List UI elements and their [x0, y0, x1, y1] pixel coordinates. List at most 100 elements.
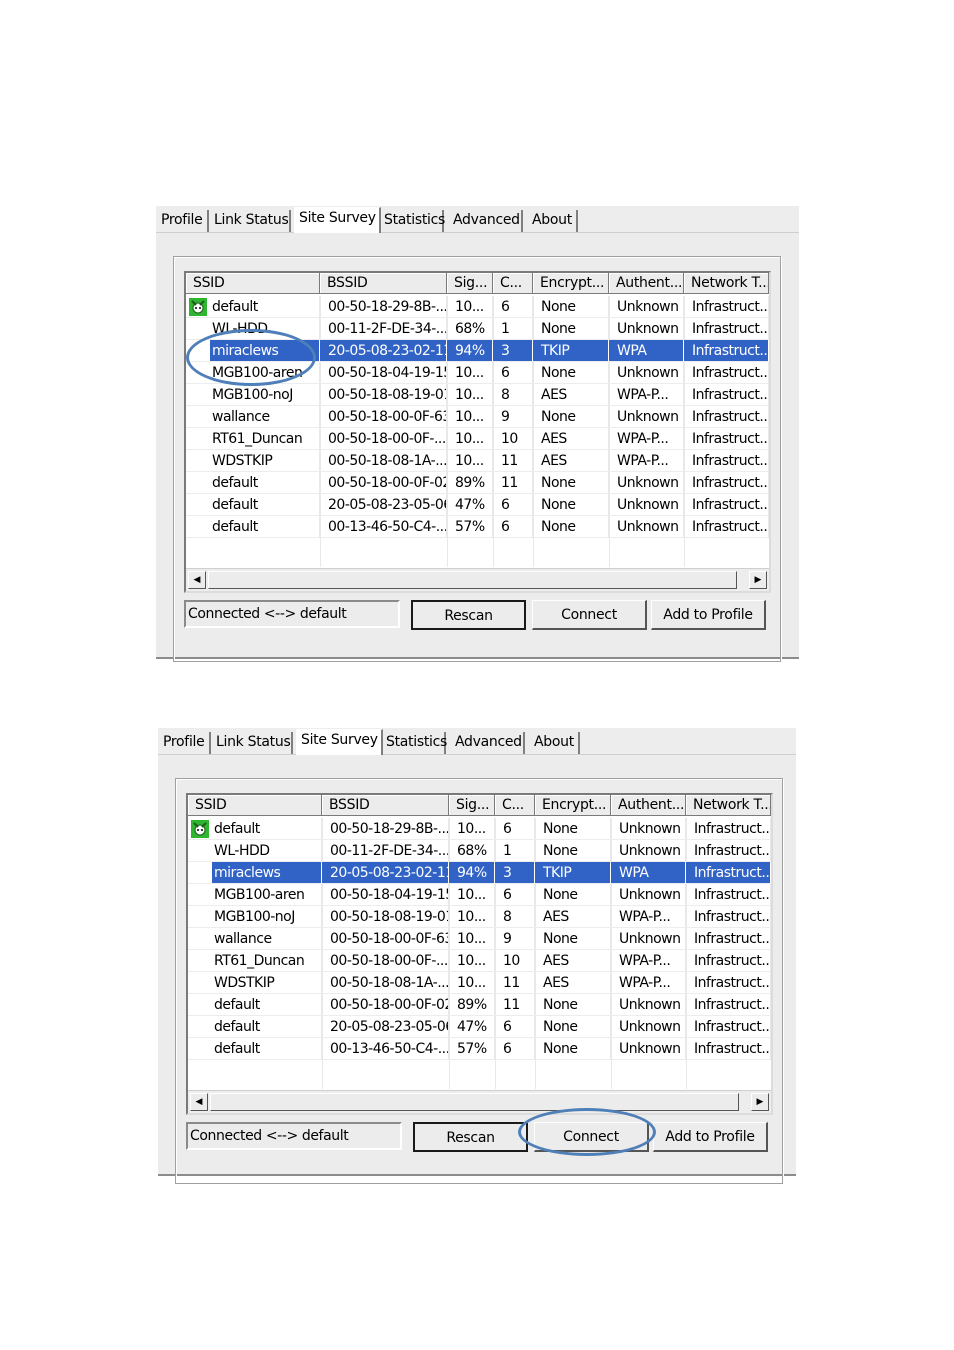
- horizontal-scrollbar[interactable]: ◀ ▶: [186, 568, 769, 591]
- channel-cell: 3: [495, 862, 535, 884]
- column-header-ssid[interactable]: SSID: [186, 273, 320, 294]
- tab-content: SSID BSSID Sig... C... Encrypt... Authen…: [158, 755, 796, 1184]
- table-row[interactable]: miraclews 20-05-08-23-02-11 94% 3 TKIP WPA Inf…: [186, 340, 769, 362]
- signal-cell: 10...: [447, 450, 493, 472]
- table-row[interactable]: default 00-13-46-50-C4-... 57% 6 None Unknown…: [186, 516, 769, 538]
- rescan-button[interactable]: Rescan: [413, 1122, 528, 1152]
- channel-cell: 11: [495, 994, 535, 1016]
- signal-cell: 10...: [449, 906, 495, 928]
- signal-cell: 94%: [447, 340, 493, 362]
- bssid-cell: 20-05-08-23-05-06: [320, 494, 447, 516]
- scroll-right-arrow-icon[interactable]: ▶: [751, 1093, 769, 1111]
- ssid-label: MGB100-aren: [212, 365, 303, 381]
- encryption-cell: AES: [535, 972, 611, 994]
- column-header-bssid[interactable]: BSSID: [320, 273, 447, 294]
- add-to-profile-button[interactable]: Add to Profile: [653, 1122, 768, 1152]
- tab-about[interactable]: About: [534, 732, 580, 754]
- table-row[interactable]: MGB100-aren 00-50-18-04-19-15 10... 6 None Un…: [188, 884, 771, 906]
- tab-profile[interactable]: Profile: [163, 732, 211, 754]
- table-row[interactable]: wallance 00-50-18-00-0F-63 10... 9 None Unkno…: [186, 406, 769, 428]
- bssid-cell: 00-50-18-00-0F-...: [320, 428, 447, 450]
- encryption-cell: None: [535, 928, 611, 950]
- column-header-network-type[interactable]: Network T...: [686, 795, 771, 816]
- site-list[interactable]: SSID BSSID Sig... C... Encrypt... Authen…: [184, 271, 771, 593]
- channel-cell: 6: [495, 1038, 535, 1060]
- signal-cell: 10...: [447, 384, 493, 406]
- tab-about[interactable]: About: [532, 210, 578, 232]
- scroll-right-arrow-icon[interactable]: ▶: [749, 571, 767, 589]
- tab-link-status[interactable]: Link Status: [216, 732, 293, 754]
- add-to-profile-button[interactable]: Add to Profile: [651, 600, 766, 630]
- auth-cell: Unknown: [609, 296, 684, 318]
- table-row[interactable]: default 00-50-18-00-0F-02 89% 11 None Unknown…: [188, 994, 771, 1016]
- column-header-encryption[interactable]: Encrypt...: [533, 273, 609, 294]
- tab-link-status[interactable]: Link Status: [214, 210, 291, 232]
- tab-statistics[interactable]: Statistics: [386, 732, 447, 754]
- rescan-button[interactable]: Rescan: [411, 600, 526, 630]
- ssid-cell: wallance: [186, 406, 320, 428]
- table-row[interactable]: default 00-50-18-00-0F-02 89% 11 None Unknown…: [186, 472, 769, 494]
- table-row[interactable]: WDSTKIP 00-50-18-08-1A-... 10... 11 AES WPA-P…: [188, 972, 771, 994]
- bssid-cell: 00-11-2F-DE-34-...: [322, 840, 449, 862]
- table-row[interactable]: default 00-50-18-29-8B-... 10... 6 None Unkno…: [188, 818, 771, 840]
- auth-cell: WPA-P...: [609, 450, 684, 472]
- ssid-label: default: [212, 299, 258, 315]
- scroll-left-arrow-icon[interactable]: ◀: [188, 571, 206, 589]
- table-row[interactable]: WDSTKIP 00-50-18-08-1A-... 10... 11 AES WPA-P…: [186, 450, 769, 472]
- channel-cell: 11: [495, 972, 535, 994]
- table-row[interactable]: default 00-50-18-29-8B-... 10... 6 None Unkno…: [186, 296, 769, 318]
- tab-site-survey[interactable]: Site Survey: [294, 207, 381, 233]
- column-header-authentication[interactable]: Authent...: [609, 273, 684, 294]
- scrollbar-thumb[interactable]: [208, 571, 737, 589]
- ssid-label: RT61_Duncan: [212, 431, 303, 447]
- scrollbar-thumb[interactable]: [210, 1093, 739, 1111]
- channel-cell: 11: [493, 472, 533, 494]
- auth-cell: Unknown: [611, 1016, 686, 1038]
- ssid-cell: MGB100-aren: [186, 362, 320, 384]
- table-row[interactable]: RT61_Duncan 00-50-18-00-0F-... 10... 10 AES W…: [186, 428, 769, 450]
- bssid-cell: 00-50-18-08-1A-...: [322, 972, 449, 994]
- table-row[interactable]: default 20-05-08-23-05-06 47% 6 None Unknown I…: [186, 494, 769, 516]
- connected-station-icon: [191, 820, 209, 838]
- column-header-signal[interactable]: Sig...: [447, 273, 493, 294]
- column-header-bssid[interactable]: BSSID: [322, 795, 449, 816]
- table-row[interactable]: WL-HDD 00-11-2F-DE-34-... 68% 1 None Unknown I…: [188, 840, 771, 862]
- column-header-channel[interactable]: C...: [495, 795, 535, 816]
- table-row[interactable]: MGB100-noJ 00-50-18-08-19-01 10... 8 AES WPA-…: [186, 384, 769, 406]
- table-row[interactable]: default 00-13-46-50-C4-... 57% 6 None Unknown…: [188, 1038, 771, 1060]
- column-header-ssid[interactable]: SSID: [188, 795, 322, 816]
- column-header-authentication[interactable]: Authent...: [611, 795, 686, 816]
- table-row[interactable]: miraclews 20-05-08-23-02-11 94% 3 TKIP WPA Inf…: [188, 862, 771, 884]
- ssid-cell: WDSTKIP: [186, 450, 320, 472]
- connect-button[interactable]: Connect: [532, 600, 647, 630]
- tab-advanced[interactable]: Advanced: [453, 210, 523, 232]
- bssid-cell: 00-50-18-29-8B-...: [320, 296, 447, 318]
- auth-cell: Unknown: [609, 318, 684, 340]
- network-type-cell: Infrastruct...: [686, 928, 771, 950]
- column-header-encryption[interactable]: Encrypt...: [535, 795, 611, 816]
- connect-button[interactable]: Connect: [534, 1122, 649, 1152]
- site-list[interactable]: SSID BSSID Sig... C... Encrypt... Authen…: [186, 793, 773, 1115]
- table-row[interactable]: WL-HDD 00-11-2F-DE-34-... 68% 1 None Unknown I…: [186, 318, 769, 340]
- table-row[interactable]: RT61_Duncan 00-50-18-00-0F-... 10... 10 AES W…: [188, 950, 771, 972]
- channel-cell: 11: [493, 450, 533, 472]
- tab-profile[interactable]: Profile: [161, 210, 209, 232]
- network-type-cell: Infrastruct...: [686, 1038, 771, 1060]
- column-header-channel[interactable]: C...: [493, 273, 533, 294]
- signal-cell: 10...: [447, 406, 493, 428]
- tab-advanced[interactable]: Advanced: [455, 732, 525, 754]
- ssid-label: WL-HDD: [214, 843, 270, 859]
- ssid-label: WL-HDD: [212, 321, 268, 337]
- tab-statistics[interactable]: Statistics: [384, 210, 445, 232]
- horizontal-scrollbar[interactable]: ◀ ▶: [188, 1090, 771, 1113]
- tab-site-survey[interactable]: Site Survey: [296, 729, 383, 755]
- table-row[interactable]: wallance 00-50-18-00-0F-63 10... 9 None Unkno…: [188, 928, 771, 950]
- table-row[interactable]: default 20-05-08-23-05-06 47% 6 None Unknown I…: [188, 1016, 771, 1038]
- column-header-signal[interactable]: Sig...: [449, 795, 495, 816]
- table-row[interactable]: MGB100-aren 00-50-18-04-19-15 10... 6 None Un…: [186, 362, 769, 384]
- table-row[interactable]: MGB100-noJ 00-50-18-08-19-01 10... 8 AES WPA-…: [188, 906, 771, 928]
- scroll-left-arrow-icon[interactable]: ◀: [190, 1093, 208, 1111]
- bssid-cell: 00-50-18-08-1A-...: [320, 450, 447, 472]
- auth-cell: Unknown: [611, 994, 686, 1016]
- column-header-network-type[interactable]: Network T...: [684, 273, 769, 294]
